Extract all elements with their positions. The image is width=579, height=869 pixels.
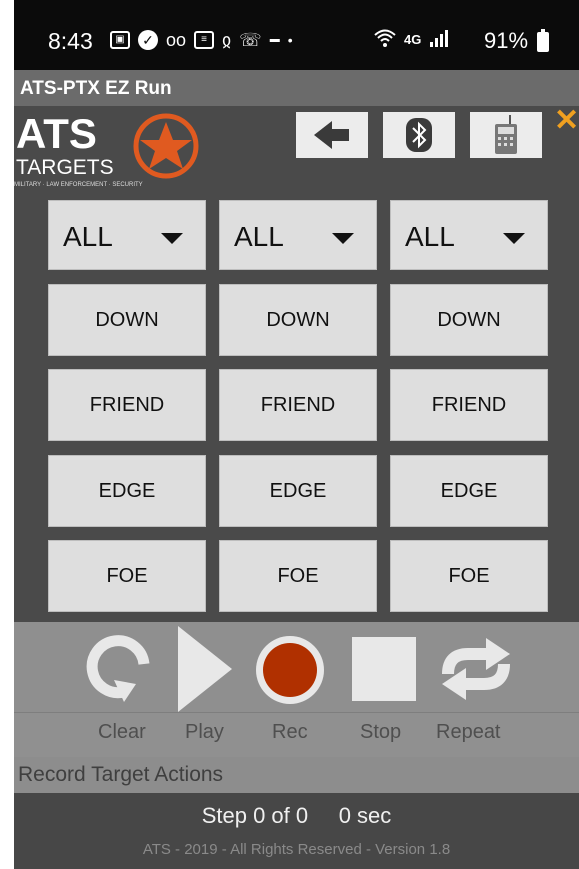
column-2-edge-button[interactable]: EDGE bbox=[219, 455, 377, 527]
dropdown-arrow-icon bbox=[161, 233, 183, 244]
column-3-down-button[interactable]: DOWN bbox=[390, 284, 548, 356]
status-time: 8:43 bbox=[48, 28, 93, 54]
app-title: ATS-PTX EZ Run bbox=[20, 78, 172, 99]
column-2-selector[interactable]: ALL bbox=[219, 200, 377, 270]
column-3-friend-button[interactable]: FRIEND bbox=[390, 369, 548, 441]
battery-percent: 91% bbox=[484, 28, 529, 53]
column-3-edge-button[interactable]: EDGE bbox=[390, 455, 548, 527]
wifi-icon bbox=[374, 28, 396, 52]
footer-copyright: ATS - 2019 - All Rights Reserved - Versi… bbox=[142, 841, 451, 858]
gov-icon: ▬ bbox=[269, 34, 280, 45]
column-1-down-button[interactable]: DOWN bbox=[48, 284, 206, 356]
back-button[interactable] bbox=[296, 112, 368, 158]
record-bar: Record Target Actions bbox=[14, 757, 579, 793]
record-title: Record Target Actions bbox=[18, 763, 224, 786]
dropdown-arrow-icon bbox=[503, 233, 525, 244]
app-screen: 8:43 ▣ ✓ oo ≡ ჲ ☏ ▬ • 4G 91% ATS-PTX EZ … bbox=[14, 0, 579, 869]
column-2-selector-value: ALL bbox=[234, 221, 284, 252]
logo-brand-bottom: TARGETS bbox=[16, 156, 114, 179]
column-1-foe-button[interactable]: FOE bbox=[48, 540, 206, 612]
4g-lte-icon: 4G bbox=[404, 32, 422, 47]
column-1-friend-button[interactable]: FRIEND bbox=[48, 369, 206, 441]
column-2-friend-button[interactable]: FRIEND bbox=[219, 369, 377, 441]
dot-icon: • bbox=[287, 32, 293, 48]
play-label: Play bbox=[185, 721, 224, 743]
logo-brand-top: ATS bbox=[16, 110, 97, 157]
logo-tagline: MILITARY · LAW ENFORCEMENT · SECURITY bbox=[14, 182, 143, 188]
news-icon: ≡ bbox=[194, 31, 215, 49]
gallery-icon: ▣ bbox=[110, 31, 130, 49]
column-2-foe-button[interactable]: FOE bbox=[219, 540, 377, 612]
record-icon[interactable] bbox=[254, 634, 326, 706]
repeat-icon[interactable] bbox=[438, 636, 514, 702]
battery-icon bbox=[537, 29, 549, 52]
app-title-bar: ATS-PTX EZ Run bbox=[14, 70, 579, 106]
stop-label: Stop bbox=[360, 721, 402, 743]
clear-icon[interactable] bbox=[84, 632, 158, 704]
remote-button[interactable] bbox=[470, 112, 542, 158]
step-counter: Step 0 of 0 0 sec bbox=[201, 803, 392, 828]
signal-icon bbox=[429, 29, 451, 51]
voicemail-icon: oo bbox=[166, 30, 187, 50]
remote-controller-icon bbox=[495, 115, 517, 154]
messenger-icon: ჲ bbox=[222, 30, 232, 50]
bluetooth-icon bbox=[406, 118, 432, 152]
column-1-edge-button[interactable]: EDGE bbox=[48, 455, 206, 527]
check-icon: ✓ bbox=[138, 30, 158, 50]
step-status-bar: Step 0 of 0 0 sec ATS - 2019 - All Right… bbox=[14, 793, 579, 869]
clear-label: Clear bbox=[98, 721, 146, 743]
column-1-selector[interactable]: ALL bbox=[48, 200, 206, 270]
ats-targets-logo: ATS TARGETS MILITARY · LAW ENFORCEMENT ·… bbox=[14, 110, 204, 190]
rec-label: Rec bbox=[272, 721, 308, 743]
repeat-label: Repeat bbox=[436, 721, 501, 743]
control-labels: Clear Play Rec Stop Repeat bbox=[14, 712, 579, 758]
column-3-selector[interactable]: ALL bbox=[390, 200, 548, 270]
column-1-selector-value: ALL bbox=[63, 221, 113, 252]
dropdown-arrow-icon bbox=[332, 233, 354, 244]
status-bar: 8:43 ▣ ✓ oo ≡ ჲ ☏ ▬ • 4G 91% bbox=[14, 0, 579, 70]
system-icons: 4G bbox=[374, 26, 451, 54]
play-icon[interactable] bbox=[176, 624, 234, 714]
column-2-down-button[interactable]: DOWN bbox=[219, 284, 377, 356]
bluetooth-button[interactable] bbox=[383, 112, 455, 158]
close-button[interactable]: ✕ bbox=[554, 106, 579, 136]
back-arrow-icon bbox=[314, 121, 349, 149]
stop-icon[interactable] bbox=[352, 637, 416, 701]
column-3-foe-button[interactable]: FOE bbox=[390, 540, 548, 612]
playback-controls bbox=[14, 622, 579, 712]
notification-icons: ▣ ✓ oo ≡ ჲ ☏ ▬ • bbox=[110, 26, 293, 54]
column-3-selector-value: ALL bbox=[405, 221, 455, 252]
wifi-calling-icon: ☏ bbox=[239, 30, 262, 50]
